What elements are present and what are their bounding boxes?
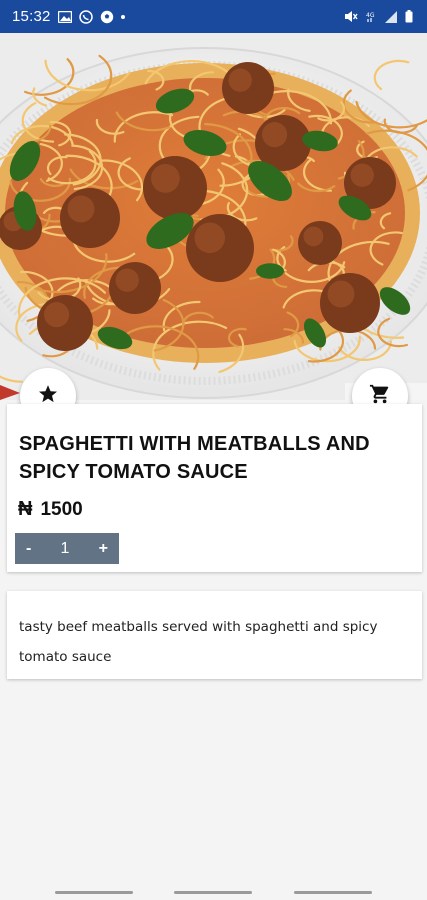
product-price: 1500: [40, 498, 83, 520]
quantity-stepper: - 1 +: [15, 533, 119, 564]
notification-dot-icon: [120, 14, 125, 19]
decrease-quantity-button[interactable]: -: [26, 540, 31, 558]
status-bar: 15:32 4G: [0, 0, 427, 33]
battery-icon: [405, 10, 413, 23]
product-description: tasty beef meatballs served with spaghet…: [19, 619, 378, 665]
nav-recent-button[interactable]: [55, 891, 133, 894]
signal-bars-icon: [385, 10, 397, 23]
currency-symbol: ₦: [18, 498, 33, 520]
increase-quantity-button[interactable]: +: [99, 540, 108, 558]
nav-home-button[interactable]: [174, 891, 252, 894]
quantity-value: 1: [60, 539, 70, 557]
signal-4g-icon: 4G: [366, 10, 377, 23]
nav-back-button[interactable]: [294, 891, 372, 894]
svg-text:4G: 4G: [366, 12, 375, 19]
description-card: tasty beef meatballs served with spaghet…: [7, 591, 422, 679]
status-left: 15:32: [12, 8, 125, 25]
status-time: 15:32: [12, 8, 51, 25]
gallery-icon: [57, 10, 72, 23]
product-image: [0, 33, 427, 400]
mute-icon: [344, 10, 358, 23]
soccer-ball-icon: [100, 10, 114, 24]
price-row: ₦ 1500: [18, 498, 83, 521]
product-card: SPAGHETTI WITH MEATBALLS AND SPICY TOMAT…: [7, 404, 422, 572]
product-title: SPAGHETTI WITH MEATBALLS AND SPICY TOMAT…: [19, 433, 370, 483]
navigation-bar: [0, 884, 427, 900]
status-right: 4G: [344, 10, 413, 23]
whatsapp-icon: [78, 9, 93, 24]
